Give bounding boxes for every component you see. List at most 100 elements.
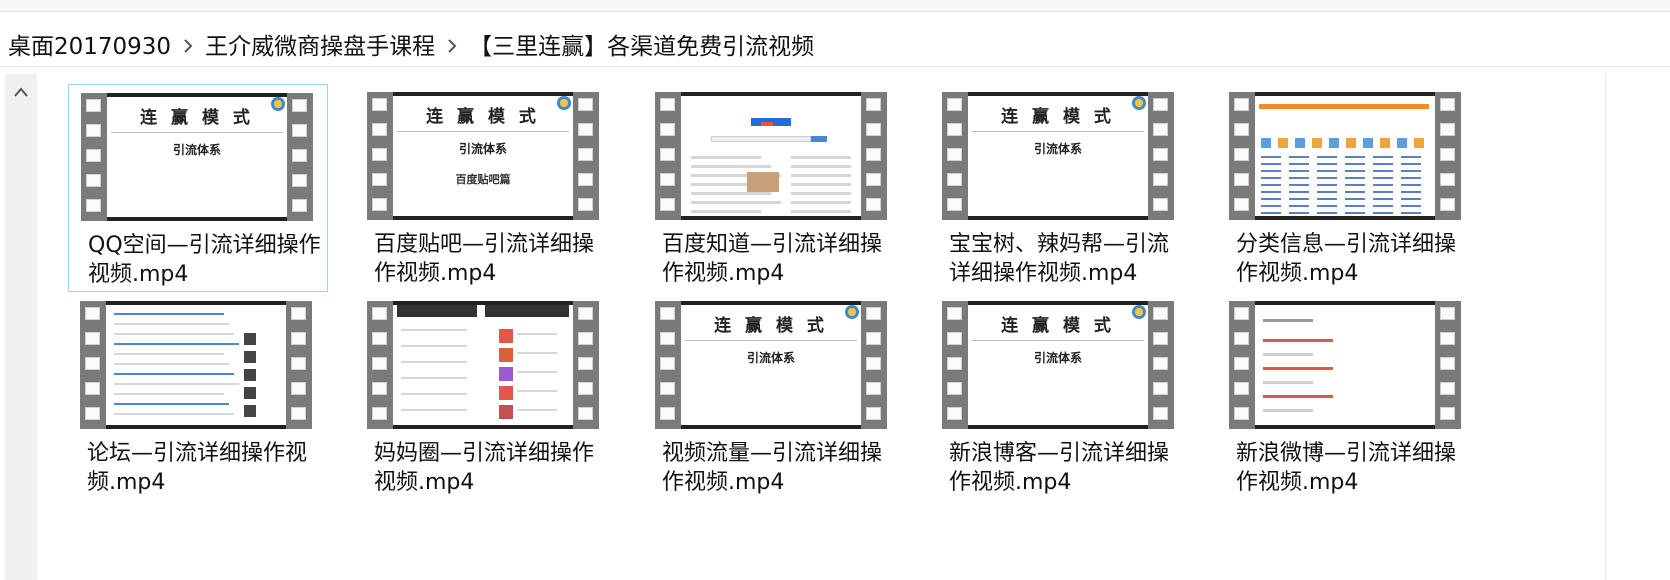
file-item[interactable]: 连 赢 模 式引流体系 新浪博客—引流详细操作视频.mp4 <box>930 293 1190 501</box>
film-strip-icon <box>861 301 887 429</box>
film-hole <box>86 149 101 162</box>
film-hole <box>1153 198 1168 211</box>
film-hole <box>1440 307 1455 320</box>
film-hole <box>866 307 881 320</box>
film-hole <box>1440 148 1455 161</box>
file-item[interactable]: 连 赢 模 式引流体系 QQ空间—引流详细操作视频.mp4 <box>68 84 328 292</box>
slide-rule <box>972 131 1144 132</box>
film-hole <box>578 382 593 395</box>
slide-subtitle: 引流体系 <box>1033 351 1082 365</box>
file-item[interactable]: 连 赢 模 式引流体系宝宝树、辣妈帮—引流详细操作视频.mp4 <box>930 84 1190 292</box>
film-hole <box>947 332 962 345</box>
film-hole <box>1440 357 1455 370</box>
breadcrumb-item-course[interactable]: 王介威微商操盘手课程 <box>205 27 435 61</box>
film-strip-icon <box>573 92 599 220</box>
film-hole <box>578 407 593 420</box>
film-hole <box>1234 173 1249 186</box>
film-hole <box>372 148 387 161</box>
slide-rule <box>972 340 1144 341</box>
breadcrumb-item-desktop[interactable]: 桌面20170930 <box>8 27 171 61</box>
video-thumbnail: 连 赢 模 式引流体系 <box>81 93 313 221</box>
logo-icon <box>271 97 285 111</box>
film-strip-icon <box>1148 92 1174 220</box>
thumbnail-screen <box>1255 92 1435 220</box>
file-item[interactable]: 新浪微博—引流详细操作视频.mp4 <box>1217 293 1477 501</box>
film-hole <box>866 148 881 161</box>
file-item[interactable]: 妈妈圈—引流详细操作视频.mp4 <box>355 293 615 501</box>
film-hole <box>372 198 387 211</box>
film-hole <box>947 148 962 161</box>
file-item[interactable]: 连 赢 模 式引流体系 视频流量—引流详细操作视频.mp4 <box>643 293 903 501</box>
file-item[interactable]: 连 赢 模 式引流体系 百度贴吧篇 百度贴吧—引流详细操作视频.mp4 <box>355 84 615 292</box>
film-hole <box>292 149 307 162</box>
thumbnail-screen <box>393 301 573 429</box>
breadcrumb-item-current-folder[interactable]: 【三里连赢】各渠道免费引流视频 <box>469 27 814 61</box>
file-name: 论坛—引流详细操作视频.mp4 <box>87 441 308 495</box>
divider <box>0 66 1670 67</box>
film-hole <box>372 173 387 186</box>
film-hole <box>85 357 100 370</box>
film-hole <box>947 198 962 211</box>
film-hole <box>660 357 675 370</box>
film-strip-icon <box>80 301 106 429</box>
film-hole <box>947 98 962 111</box>
file-name: 新浪微博—引流详细操作视频.mp4 <box>1236 441 1457 495</box>
film-hole <box>1234 123 1249 136</box>
film-hole <box>372 357 387 370</box>
film-hole <box>947 357 962 370</box>
chevron-right-icon[interactable] <box>171 32 205 56</box>
film-hole <box>1440 332 1455 345</box>
file-name: QQ空间—引流详细操作视频.mp4 <box>88 233 321 287</box>
pane-divider <box>1605 74 1606 580</box>
film-strip-icon <box>861 92 887 220</box>
thumbnail-screen: 连 赢 模 式引流体系 <box>968 92 1148 220</box>
film-strip-icon <box>655 301 681 429</box>
video-thumbnail: 连 赢 模 式引流体系 百度贴吧篇 <box>367 92 599 220</box>
film-hole <box>291 407 306 420</box>
film-hole <box>85 382 100 395</box>
video-thumbnail <box>367 301 599 429</box>
slide-rule <box>397 131 569 132</box>
slide-subtitle: 引流体系 <box>172 143 221 157</box>
vertical-scrollbar[interactable] <box>5 74 37 580</box>
file-item[interactable]: 百度知道—引流详细操作视频.mp4 <box>643 84 903 292</box>
slide-title: 连 赢 模 式 <box>140 108 254 128</box>
chevron-up-icon[interactable] <box>5 78 37 106</box>
film-hole <box>1153 98 1168 111</box>
logo-icon <box>1132 96 1146 110</box>
slide-title: 连 赢 模 式 <box>714 316 828 336</box>
film-hole <box>578 332 593 345</box>
title-bar-strip <box>0 0 1670 12</box>
film-strip-icon <box>1148 301 1174 429</box>
film-hole <box>292 99 307 112</box>
film-hole <box>866 173 881 186</box>
file-item[interactable]: 论坛—引流详细操作视频.mp4 <box>68 293 328 501</box>
file-name: 宝宝树、辣妈帮—引流详细操作视频.mp4 <box>949 232 1170 286</box>
slide-rule <box>685 340 857 341</box>
chevron-right-icon[interactable] <box>435 32 469 56</box>
film-hole <box>1153 407 1168 420</box>
film-hole <box>947 173 962 186</box>
film-hole <box>1440 98 1455 111</box>
film-strip-icon <box>1229 301 1255 429</box>
film-hole <box>660 407 675 420</box>
film-hole <box>1440 173 1455 186</box>
film-hole <box>1234 382 1249 395</box>
film-hole <box>292 199 307 212</box>
film-hole <box>947 407 962 420</box>
film-hole <box>866 357 881 370</box>
film-hole <box>372 407 387 420</box>
film-hole <box>1153 173 1168 186</box>
film-strip-icon <box>1435 301 1461 429</box>
slide-title: 连 赢 模 式 <box>1001 316 1115 336</box>
slide-title: 连 赢 模 式 <box>426 107 540 127</box>
film-hole <box>578 123 593 136</box>
film-hole <box>1234 148 1249 161</box>
film-hole <box>660 123 675 136</box>
file-item[interactable]: 分类信息—引流详细操作视频.mp4 <box>1217 84 1477 292</box>
film-hole <box>866 98 881 111</box>
video-thumbnail: 连 赢 模 式引流体系 <box>942 301 1174 429</box>
slide-rule <box>111 132 283 133</box>
file-name: 百度知道—引流详细操作视频.mp4 <box>662 232 883 286</box>
film-hole <box>86 174 101 187</box>
